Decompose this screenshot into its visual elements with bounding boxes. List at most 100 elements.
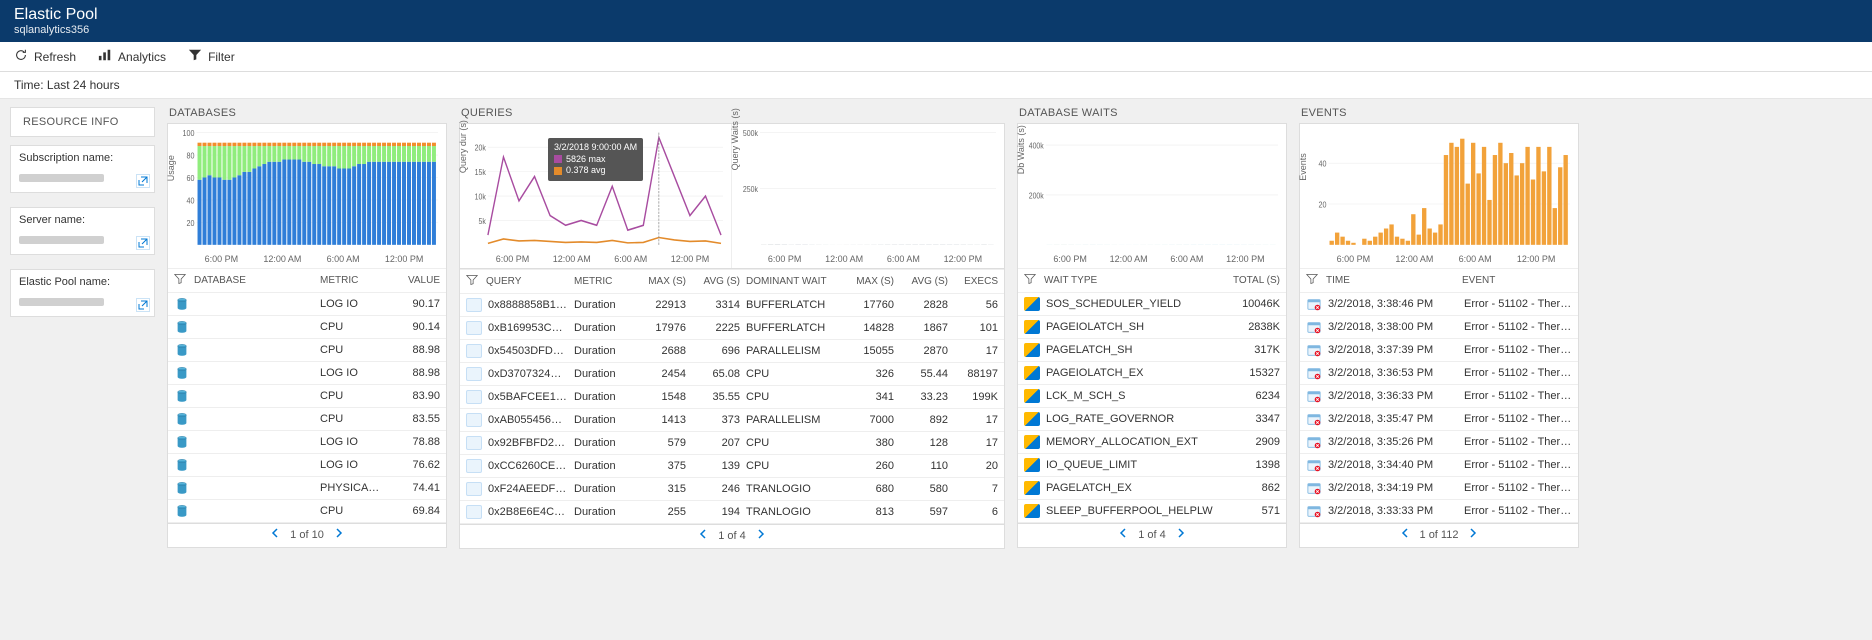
table-row[interactable]: 0xD3707324DC1C… Duration 2454 65.08 CPU …	[460, 363, 1004, 386]
pager-prev-icon[interactable]	[1118, 528, 1128, 541]
svg-text:40: 40	[186, 196, 194, 205]
table-row[interactable]: 3/2/2018, 3:33:33 PM Error - 51102 - The…	[1300, 500, 1578, 523]
query-exec-cell: 20	[954, 460, 998, 472]
table-row[interactable]: 3/2/2018, 3:35:47 PM Error - 51102 - The…	[1300, 408, 1578, 431]
table-row[interactable]: 3/2/2018, 3:34:19 PM Error - 51102 - The…	[1300, 477, 1578, 500]
query-max-cell: 579	[638, 437, 686, 449]
column-filter-icon[interactable]	[466, 274, 480, 289]
database-metric-cell: CPU	[320, 344, 390, 356]
table-row[interactable]: CPU 69.84	[168, 500, 446, 523]
queries-col-execs[interactable]: EXECS	[954, 276, 998, 287]
table-row[interactable]: LOG IO 76.62	[168, 454, 446, 477]
database-value-cell: 90.17	[396, 298, 440, 310]
table-row[interactable]: 3/2/2018, 3:36:33 PM Error - 51102 - The…	[1300, 385, 1578, 408]
svg-text:5k: 5k	[479, 216, 487, 226]
table-row[interactable]: LCK_M_SCH_S 6234	[1018, 385, 1286, 408]
pager-prev-icon[interactable]	[270, 528, 280, 541]
table-row[interactable]: 0xAB0554561D25… Duration 1413 373 PARALL…	[460, 409, 1004, 432]
queries-col-avg[interactable]: AVG (S)	[692, 276, 740, 287]
databases-col-metric[interactable]: METRIC	[320, 275, 390, 286]
database-icon	[174, 504, 190, 518]
queries-col-metric[interactable]: METRIC	[574, 276, 632, 287]
resource-card[interactable]: Elastic Pool name:	[10, 269, 155, 317]
column-filter-icon[interactable]	[1024, 273, 1038, 288]
databases-col-database[interactable]: DATABASE	[194, 275, 314, 286]
table-row[interactable]: 3/2/2018, 3:34:40 PM Error - 51102 - The…	[1300, 454, 1578, 477]
table-row[interactable]: PAGEIOLATCH_SH 2838K	[1018, 316, 1286, 339]
table-row[interactable]: 0x54503DFDC624… Duration 2688 696 PARALL…	[460, 340, 1004, 363]
table-row[interactable]: 0x2B8E6E4C80F3A8 Duration 255 194 TRANLO…	[460, 501, 1004, 524]
events-chart[interactable]: Events 2040	[1300, 124, 1578, 254]
database-value-cell: 83.90	[396, 390, 440, 402]
wait-total-cell: 317K	[1220, 344, 1280, 356]
queries-duration-chart[interactable]: Query dur (s) 5k10k15k20k 3/2/2018 9:00:…	[460, 124, 731, 254]
column-filter-icon[interactable]	[174, 273, 188, 288]
column-filter-icon[interactable]	[1306, 273, 1320, 288]
table-row[interactable]: 3/2/2018, 3:38:46 PM Error - 51102 - The…	[1300, 293, 1578, 316]
events-col-time[interactable]: TIME	[1326, 275, 1456, 286]
table-row[interactable]: IO_QUEUE_LIMIT 1398	[1018, 454, 1286, 477]
queries-col-max[interactable]: MAX (S)	[638, 276, 686, 287]
table-row[interactable]: 3/2/2018, 3:36:53 PM Error - 51102 - The…	[1300, 362, 1578, 385]
table-row[interactable]: MEMORY_ALLOCATION_EXT 2909	[1018, 431, 1286, 454]
table-row[interactable]: LOG IO 78.88	[168, 431, 446, 454]
table-row[interactable]: 3/2/2018, 3:38:00 PM Error - 51102 - The…	[1300, 316, 1578, 339]
table-row[interactable]: CPU 83.55	[168, 408, 446, 431]
pager-prev-icon[interactable]	[698, 529, 708, 542]
popout-icon[interactable]	[136, 298, 150, 312]
filter-button[interactable]: Filter	[188, 48, 235, 65]
pager-prev-icon[interactable]	[1400, 528, 1410, 541]
analytics-button[interactable]: Analytics	[98, 48, 166, 65]
time-range[interactable]: Time: Last 24 hours	[0, 72, 1872, 99]
pager-next-icon[interactable]	[1468, 528, 1478, 541]
table-row[interactable]: PAGELATCH_EX 862	[1018, 477, 1286, 500]
pager-next-icon[interactable]	[756, 529, 766, 542]
waits-chart[interactable]: Db Waits (s) 200k400k	[1018, 124, 1286, 254]
table-row[interactable]: 0xF24AEEDF83EA8E Duration 315 246 TRANLO…	[460, 478, 1004, 501]
table-row[interactable]: CPU 88.98	[168, 339, 446, 362]
table-row[interactable]: 3/2/2018, 3:35:26 PM Error - 51102 - The…	[1300, 431, 1578, 454]
queries-col-avg2[interactable]: AVG (S)	[900, 276, 948, 287]
waits-col-total[interactable]: TOTAL (S)	[1220, 275, 1280, 286]
popout-icon[interactable]	[136, 174, 150, 188]
waits-col-type[interactable]: WAIT TYPE	[1044, 275, 1214, 286]
queries-col-query[interactable]: QUERY	[486, 276, 568, 287]
table-row[interactable]: 3/2/2018, 3:37:39 PM Error - 51102 - The…	[1300, 339, 1578, 362]
table-row[interactable]: LOG_RATE_GOVERNOR 3347	[1018, 408, 1286, 431]
query-avg2-cell: 892	[900, 414, 948, 426]
databases-col-value[interactable]: VALUE	[396, 275, 440, 286]
queries-col-max2[interactable]: MAX (S)	[846, 276, 894, 287]
pager-next-icon[interactable]	[334, 528, 344, 541]
resource-card[interactable]: Server name:	[10, 207, 155, 255]
resource-card[interactable]: Subscription name:	[10, 145, 155, 193]
events-col-event[interactable]: EVENT	[1462, 275, 1572, 286]
table-row[interactable]: CPU 83.90	[168, 385, 446, 408]
query-metric-cell: Duration	[574, 368, 632, 380]
queries-waits-chart[interactable]: Query Waits (s) 250k500k	[732, 124, 1004, 254]
table-row[interactable]: LOG IO 90.17	[168, 293, 446, 316]
query-max2-cell: 341	[846, 391, 894, 403]
table-row[interactable]: 0xCC6260CE16A2… Duration 375 139 CPU 260…	[460, 455, 1004, 478]
table-row[interactable]: 0x92BFBFD21E15… Duration 579 207 CPU 380…	[460, 432, 1004, 455]
table-row[interactable]: CPU 90.14	[168, 316, 446, 339]
query-domwait-cell: CPU	[746, 391, 840, 403]
table-row[interactable]: PHYSICA… 74.41	[168, 477, 446, 500]
table-row[interactable]: PAGELATCH_SH 317K	[1018, 339, 1286, 362]
query-domwait-cell: CPU	[746, 368, 840, 380]
refresh-button[interactable]: Refresh	[14, 48, 76, 65]
table-row[interactable]: PAGEIOLATCH_EX 15327	[1018, 362, 1286, 385]
svg-text:20k: 20k	[475, 143, 486, 153]
popout-icon[interactable]	[136, 236, 150, 250]
tooltip-avg: 0.378 avg	[566, 165, 606, 175]
table-row[interactable]: LOG IO 88.98	[168, 362, 446, 385]
table-row[interactable]: SLEEP_BUFFERPOOL_HELPLW 571	[1018, 500, 1286, 523]
table-row[interactable]: SOS_SCHEDULER_YIELD 10046K	[1018, 293, 1286, 316]
table-row[interactable]: 0x5BAFCEE1DD35… Duration 1548 35.55 CPU …	[460, 386, 1004, 409]
table-row[interactable]: 0x8888858B1D13… Duration 22913 3314 BUFF…	[460, 294, 1004, 317]
query-max2-cell: 680	[846, 483, 894, 495]
pager-next-icon[interactable]	[1176, 528, 1186, 541]
databases-chart[interactable]: Usage 20406080100	[168, 124, 446, 254]
query-exec-cell: 17	[954, 414, 998, 426]
table-row[interactable]: 0xB169953CA7A9… Duration 17976 2225 BUFF…	[460, 317, 1004, 340]
queries-col-domwait[interactable]: DOMINANT WAIT	[746, 276, 840, 287]
